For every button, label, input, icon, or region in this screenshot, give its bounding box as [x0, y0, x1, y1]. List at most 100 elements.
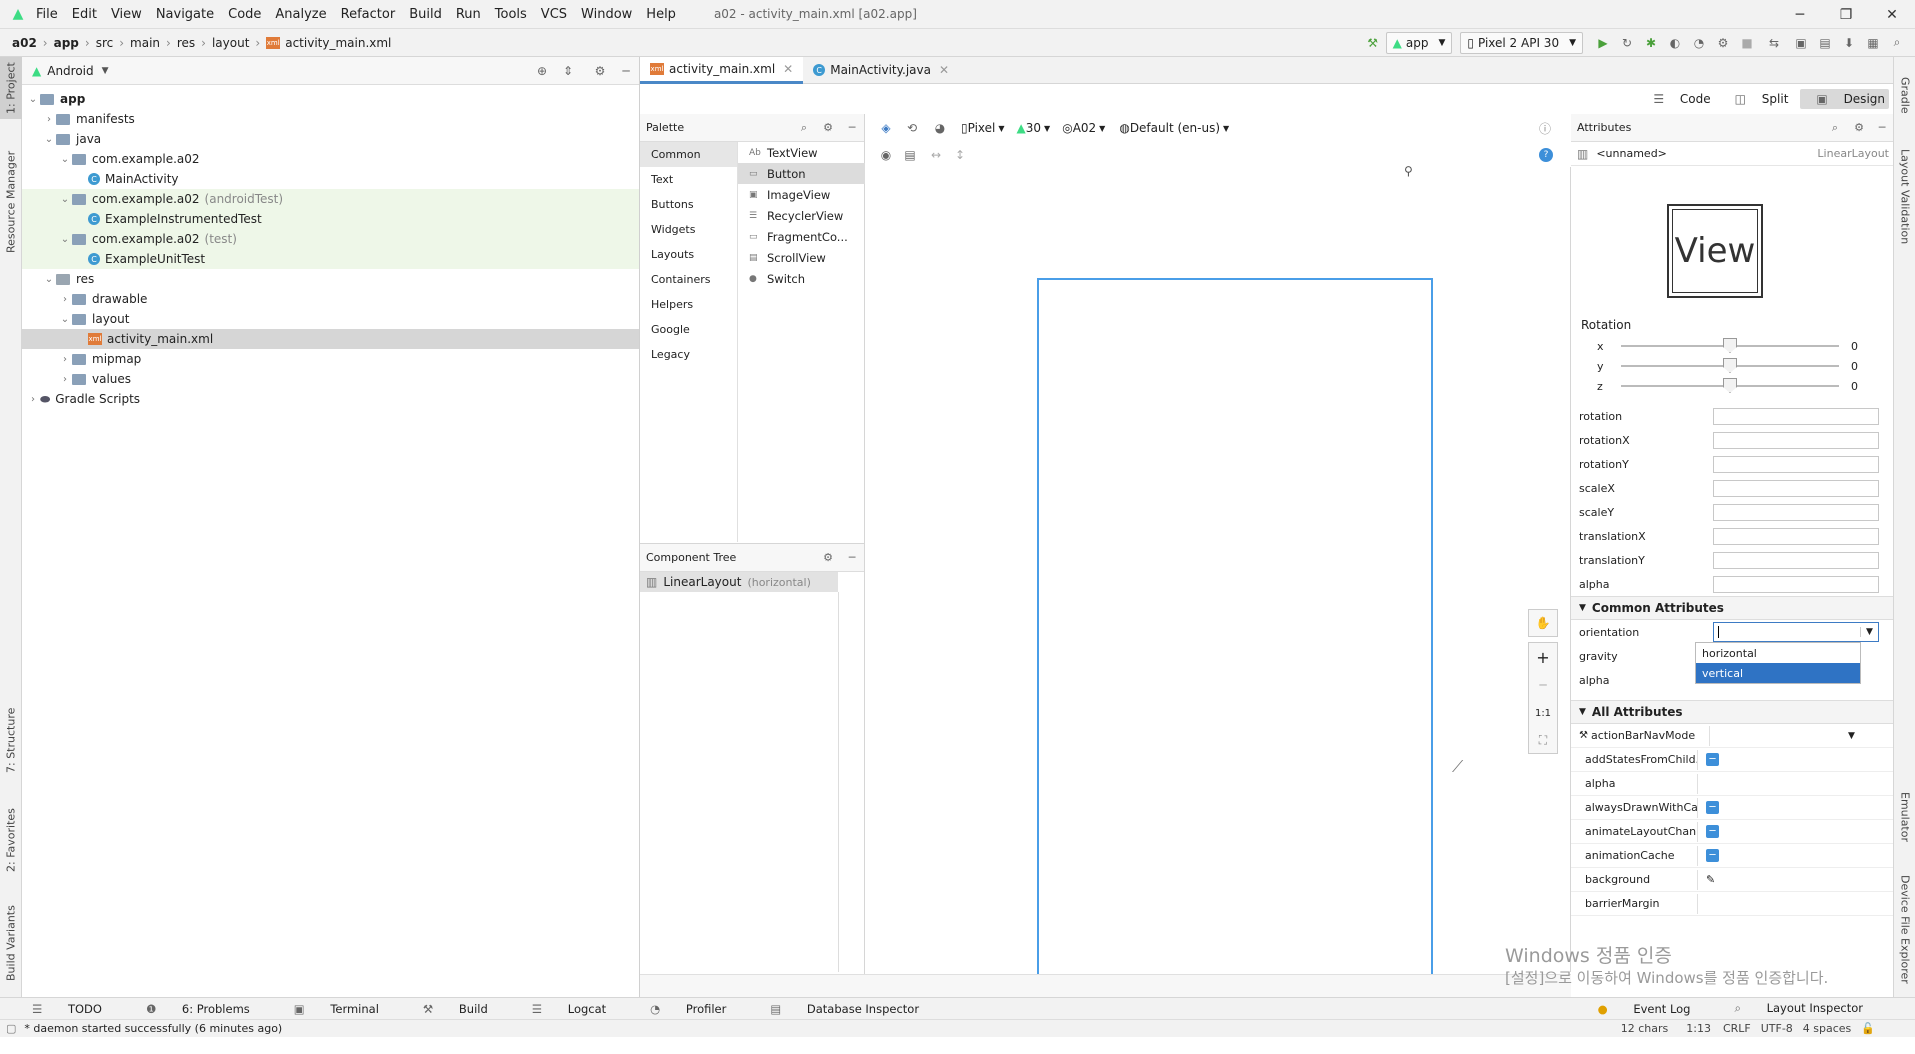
menu-refactor[interactable]: Refactor	[341, 7, 396, 22]
option-horizontal[interactable]: horizontal	[1696, 643, 1860, 663]
slider-thumb[interactable]	[1723, 338, 1737, 353]
palette-item-recyclerview[interactable]: ☰ RecyclerView	[738, 205, 865, 226]
chevron-right-icon[interactable]: ›	[58, 354, 72, 365]
zoom-out-icon[interactable]: ─	[1529, 671, 1557, 699]
palette-item-scrollview[interactable]: ▤ ScrollView	[738, 247, 865, 268]
menu-edit[interactable]: Edit	[72, 7, 97, 22]
chevron-right-icon[interactable]: ›	[58, 374, 72, 385]
eyedropper-icon[interactable]: ✎	[1706, 873, 1715, 886]
device-preview[interactable]	[1037, 278, 1433, 981]
breadcrumb-item[interactable]: src	[96, 36, 114, 50]
menu-run[interactable]: Run	[456, 7, 481, 22]
tree-item-exampleinstrumentedtest[interactable]: C ExampleInstrumentedTest	[22, 209, 639, 229]
warning-icon[interactable]: ⓘ	[1533, 120, 1557, 137]
gear-icon[interactable]: ⚙	[587, 64, 613, 78]
palette-item-switch[interactable]: ● Switch	[738, 268, 865, 289]
coverage-icon[interactable]: ◐	[1663, 36, 1687, 50]
rerun-icon[interactable]: ↻	[1615, 36, 1639, 50]
tab-main-activity-java[interactable]: C MainActivity.java ✕	[803, 57, 959, 84]
slider-track[interactable]	[1621, 358, 1839, 373]
zoom-fit-icon[interactable]: ⛶	[1529, 727, 1557, 753]
maximize-icon[interactable]: ❐	[1823, 7, 1869, 23]
option-vertical[interactable]: vertical	[1696, 663, 1860, 683]
tree-item-com-example-a02[interactable]: ⌄ com.example.a02 (androidTest)	[22, 189, 639, 209]
hide-icon[interactable]: ─	[613, 64, 639, 78]
chevron-down-icon[interactable]: ▼	[1848, 731, 1855, 741]
palette-category-text[interactable]: Text	[640, 167, 737, 192]
palette-category-legacy[interactable]: Legacy	[640, 342, 737, 367]
alpha-input[interactable]	[1713, 575, 1879, 593]
profile-icon[interactable]: ◔	[1687, 36, 1711, 50]
chevron-down-icon[interactable]: ▼	[1860, 627, 1878, 637]
breadcrumb-item[interactable]: app	[54, 36, 79, 50]
palette-item-textview[interactable]: Ab TextView	[738, 142, 865, 163]
close-tab-icon[interactable]: ✕	[939, 63, 949, 77]
chevron-down-icon[interactable]: ⌄	[42, 274, 56, 285]
tree-item-activity-main-xml[interactable]: xml activity_main.xml	[22, 329, 639, 349]
chevron-down-icon[interactable]: ⌄	[58, 314, 72, 325]
line-ending[interactable]: CRLF	[1723, 1022, 1751, 1035]
chevron-down-icon[interactable]: ⌄	[58, 154, 72, 165]
chevron-down-icon[interactable]: ⌄	[58, 234, 72, 245]
tab-build-variants[interactable]: Build Variants	[0, 897, 22, 989]
hide-icon[interactable]: ─	[1871, 121, 1893, 134]
common-attributes-section[interactable]: ▼ Common Attributes	[1571, 596, 1893, 620]
component-id-field[interactable]: <unnamed>	[1596, 147, 1667, 160]
layout-icon[interactable]: ▣	[1789, 36, 1813, 50]
device-selector[interactable]: ▯ Pixel 2 API 30 ▼	[1460, 31, 1583, 54]
locate-icon[interactable]: ⊕	[529, 64, 555, 78]
caret-position[interactable]: 1:13	[1686, 1022, 1711, 1035]
palette-category-containers[interactable]: Containers	[640, 267, 737, 292]
rotation-input[interactable]	[1713, 407, 1879, 425]
menu-window[interactable]: Window	[581, 7, 632, 22]
menu-analyze[interactable]: Analyze	[275, 7, 326, 22]
translationy-input[interactable]	[1713, 551, 1879, 569]
api-dropdown[interactable]: ▲ 30 ▼	[1017, 121, 1051, 135]
tree-item-mipmap[interactable]: › mipmap	[22, 349, 639, 369]
palette-category-common[interactable]: Common	[640, 142, 737, 167]
slider-thumb[interactable]	[1723, 378, 1737, 393]
tree-item-java[interactable]: ⌄ java	[22, 129, 639, 149]
project-view-selector[interactable]: Android	[47, 64, 93, 78]
tree-item-exampleunittest[interactable]: C ExampleUnitTest	[22, 249, 639, 269]
gear-icon[interactable]: ⚙	[1847, 121, 1871, 134]
menu-view[interactable]: View	[111, 7, 142, 22]
tool-window-logcat[interactable]: ☰ Logcat	[532, 1002, 628, 1016]
horizontal-resize-icon[interactable]: ↔	[923, 148, 949, 162]
menu-build[interactable]: Build	[409, 7, 442, 22]
palette-item-fragmentco[interactable]: ▭ FragmentCo...	[738, 226, 865, 247]
tree-item-app[interactable]: ⌄ app	[22, 89, 639, 109]
hammer-icon[interactable]: ⚒	[1360, 36, 1386, 50]
tree-item-gradle-scripts[interactable]: › ⬬ Gradle Scripts	[22, 389, 639, 409]
chevron-right-icon[interactable]: ›	[58, 294, 72, 305]
chevron-down-icon[interactable]: ⌄	[42, 134, 56, 145]
menu-file[interactable]: File	[36, 7, 58, 22]
help-icon[interactable]: ?	[1539, 147, 1553, 162]
palette-item-button[interactable]: ▭ Button	[738, 163, 865, 184]
vertical-resize-icon[interactable]: ↕	[949, 148, 971, 162]
avd-manager-icon[interactable]: ▤	[1813, 36, 1837, 50]
chevron-down-icon[interactable]: ▼	[102, 66, 109, 76]
chevron-right-icon[interactable]: ›	[42, 114, 56, 125]
orientation-icon[interactable]: ⟲	[899, 121, 925, 135]
tab-emulator[interactable]: Emulator	[1894, 777, 1915, 857]
chevron-down-icon[interactable]: ⌄	[26, 94, 40, 105]
slider-thumb[interactable]	[1723, 358, 1737, 373]
status-message[interactable]: * daemon started successfully (6 minutes…	[24, 1022, 282, 1035]
minimize-icon[interactable]: ─	[1777, 7, 1823, 23]
breadcrumb-item[interactable]: activity_main.xml	[285, 36, 391, 50]
palette-category-helpers[interactable]: Helpers	[640, 292, 737, 317]
code-mode-button[interactable]: ☰ Code	[1641, 92, 1710, 106]
attach-debugger-icon[interactable]: ⚙	[1711, 36, 1735, 50]
tool-window-todo[interactable]: ☰ TODO	[32, 1002, 124, 1016]
zoom-actual-button[interactable]: 1:1	[1529, 699, 1557, 727]
palette-item-imageview[interactable]: ▣ ImageView	[738, 184, 865, 205]
tree-item-mainactivity[interactable]: C MainActivity	[22, 169, 639, 189]
chevron-down-icon[interactable]: ⌄	[58, 194, 72, 205]
menu-vcs[interactable]: VCS	[541, 7, 567, 22]
tool-window-terminal[interactable]: ▣ Terminal	[294, 1002, 401, 1016]
close-icon[interactable]: ✕	[1869, 7, 1915, 23]
tab-layout-validation[interactable]: Layout Validation	[1894, 137, 1915, 257]
run-icon[interactable]: ▶	[1591, 36, 1615, 50]
tree-item-res[interactable]: ⌄ res	[22, 269, 639, 289]
